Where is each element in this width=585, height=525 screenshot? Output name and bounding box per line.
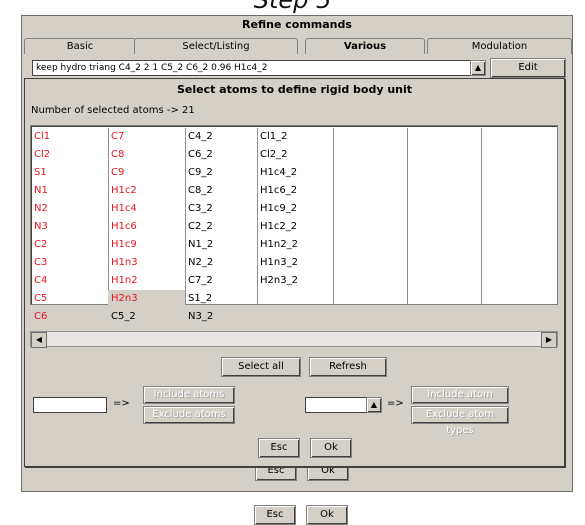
atom-cell[interactable]: N2_2 — [185, 254, 257, 272]
atom-cell[interactable]: C7_2 — [185, 272, 257, 290]
atom-cell[interactable]: N3 — [31, 218, 108, 236]
atom-cell[interactable]: C6 — [31, 308, 108, 326]
atom-cell[interactable]: Cl2_2 — [257, 146, 333, 164]
atom-cell[interactable]: H2n3_2 — [257, 272, 333, 290]
atom-cell[interactable]: H1n3 — [108, 254, 185, 272]
atom-cell[interactable]: H1n3_2 — [257, 254, 333, 272]
atom-name-input[interactable] — [33, 397, 107, 413]
atom-cell[interactable]: C3_2 — [185, 200, 257, 218]
atom-cell[interactable]: Cl1 — [31, 128, 108, 146]
atom-cell[interactable]: N3_2 — [185, 308, 257, 326]
atom-cell[interactable]: H1c6 — [108, 218, 185, 236]
atom-column: Cl1 Cl2 S1 N1 N2 N3 C2 C3 C4 C5 C6 — [31, 128, 109, 322]
include-arrow-right: => — [387, 398, 404, 409]
atom-cell[interactable]: C3 — [31, 254, 108, 272]
exclude-atom-types-button[interactable]: Exclude atom types — [411, 406, 509, 436]
scroll-left-icon[interactable]: ◀ — [31, 332, 47, 348]
atom-cell[interactable]: H1n2 — [108, 272, 185, 290]
exclude-atoms-button[interactable]: Exclude atoms — [143, 406, 235, 424]
atom-column: C4_2 C6_2 C9_2 C8_2 C3_2 C2_2 N1_2 N2_2 C7_2 S1_2… — [185, 128, 258, 322]
atom-column — [407, 128, 482, 304]
rigid-body-dialog-title: Select atoms to define rigid body unit — [176, 83, 413, 96]
atom-cell[interactable]: N1_2 — [185, 236, 257, 254]
atom-cell[interactable]: C8 — [108, 146, 185, 164]
atom-cell[interactable]: H1c4_2 — [257, 164, 333, 182]
atom-column — [333, 128, 408, 304]
atom-cell[interactable]: Cl2 — [31, 146, 108, 164]
horizontal-scrollbar[interactable]: ◀ ▶ — [30, 331, 558, 348]
atom-cell[interactable]: H2n3 — [108, 290, 185, 308]
select-all-button[interactable]: Select all — [221, 357, 301, 377]
refresh-button[interactable]: Refresh — [309, 357, 387, 377]
bottom-ok-button[interactable]: Ok — [306, 505, 348, 525]
command-dropdown-icon[interactable]: ▲ — [470, 60, 486, 76]
atom-cell[interactable]: C5 — [31, 290, 108, 308]
atom-cell[interactable]: C7 — [108, 128, 185, 146]
bottom-esc-button[interactable]: Esc — [254, 505, 296, 525]
atom-cell[interactable]: C5_2 — [108, 308, 185, 326]
atom-cell[interactable]: C2_2 — [185, 218, 257, 236]
atom-cell[interactable]: S1 — [31, 164, 108, 182]
atom-cell[interactable]: H1c6_2 — [257, 182, 333, 200]
atom-cell[interactable]: N1 — [31, 182, 108, 200]
atom-cell[interactable]: C2 — [31, 236, 108, 254]
atom-cell[interactable]: H1c9_2 — [257, 200, 333, 218]
scroll-right-icon[interactable]: ▶ — [541, 332, 557, 348]
atom-cell[interactable]: C4_2 — [185, 128, 257, 146]
selected-atoms-count: Number of selected atoms -> 21 — [31, 105, 195, 116]
atom-cell[interactable]: H1c2 — [108, 182, 185, 200]
atom-cell[interactable]: C6_2 — [185, 146, 257, 164]
rigid-body-dialog: Select atoms to define rigid body unit N… — [24, 78, 565, 467]
refine-commands-title: Refine commands — [242, 18, 352, 31]
atom-type-dropdown-icon[interactable]: ▲ — [366, 397, 382, 413]
atom-cell[interactable]: H1c4 — [108, 200, 185, 218]
include-arrow-left: => — [113, 398, 130, 409]
command-line-field[interactable]: keep hydro triang C4_2 2 1 C5_2 C6_2 0.9… — [32, 60, 472, 76]
dialog-esc-button[interactable]: Esc — [258, 438, 300, 458]
atom-cell[interactable]: S1_2 — [185, 290, 257, 308]
atom-cell[interactable]: C8_2 — [185, 182, 257, 200]
step-title: Step 5 — [253, 0, 332, 14]
atom-column: C7 C8 C9 H1c2 H1c4 H1c6 H1c9 H1n3 H1n2 H2n3 C5_2 — [108, 128, 186, 322]
atom-selection-grid[interactable]: Cl1 Cl2 S1 N1 N2 N3 C2 C3 C4 C5 C6 C7 C8 C9 H1c2 H1c4 H1… — [30, 125, 558, 322]
dialog-ok-button[interactable]: Ok — [310, 438, 352, 458]
tab-various[interactable]: Various — [305, 38, 425, 54]
include-atoms-button[interactable]: Include atoms — [143, 386, 235, 404]
edit-button[interactable]: Edit — [490, 58, 566, 78]
atom-cell[interactable]: Cl1_2 — [257, 128, 333, 146]
atom-cell[interactable]: N2 — [31, 200, 108, 218]
tab-select-listing[interactable]: Select/Listing — [134, 38, 298, 54]
atom-cell[interactable]: H1n2_2 — [257, 236, 333, 254]
include-atom-types-button[interactable]: Include atom types — [411, 386, 509, 416]
atom-column: Cl1_2 Cl2_2 H1c4_2 H1c6_2 H1c9_2 H1c2_2 H1n2_2… — [257, 128, 334, 304]
atom-cell[interactable]: H1c9 — [108, 236, 185, 254]
tab-basic[interactable]: Basic — [24, 38, 136, 54]
atom-cell[interactable]: C9 — [108, 164, 185, 182]
atom-cell[interactable]: C9_2 — [185, 164, 257, 182]
atom-cell[interactable]: C4 — [31, 272, 108, 290]
atom-cell[interactable]: H1c2_2 — [257, 218, 333, 236]
atom-column — [481, 128, 557, 304]
tab-modulation[interactable]: Modulation — [427, 38, 572, 54]
